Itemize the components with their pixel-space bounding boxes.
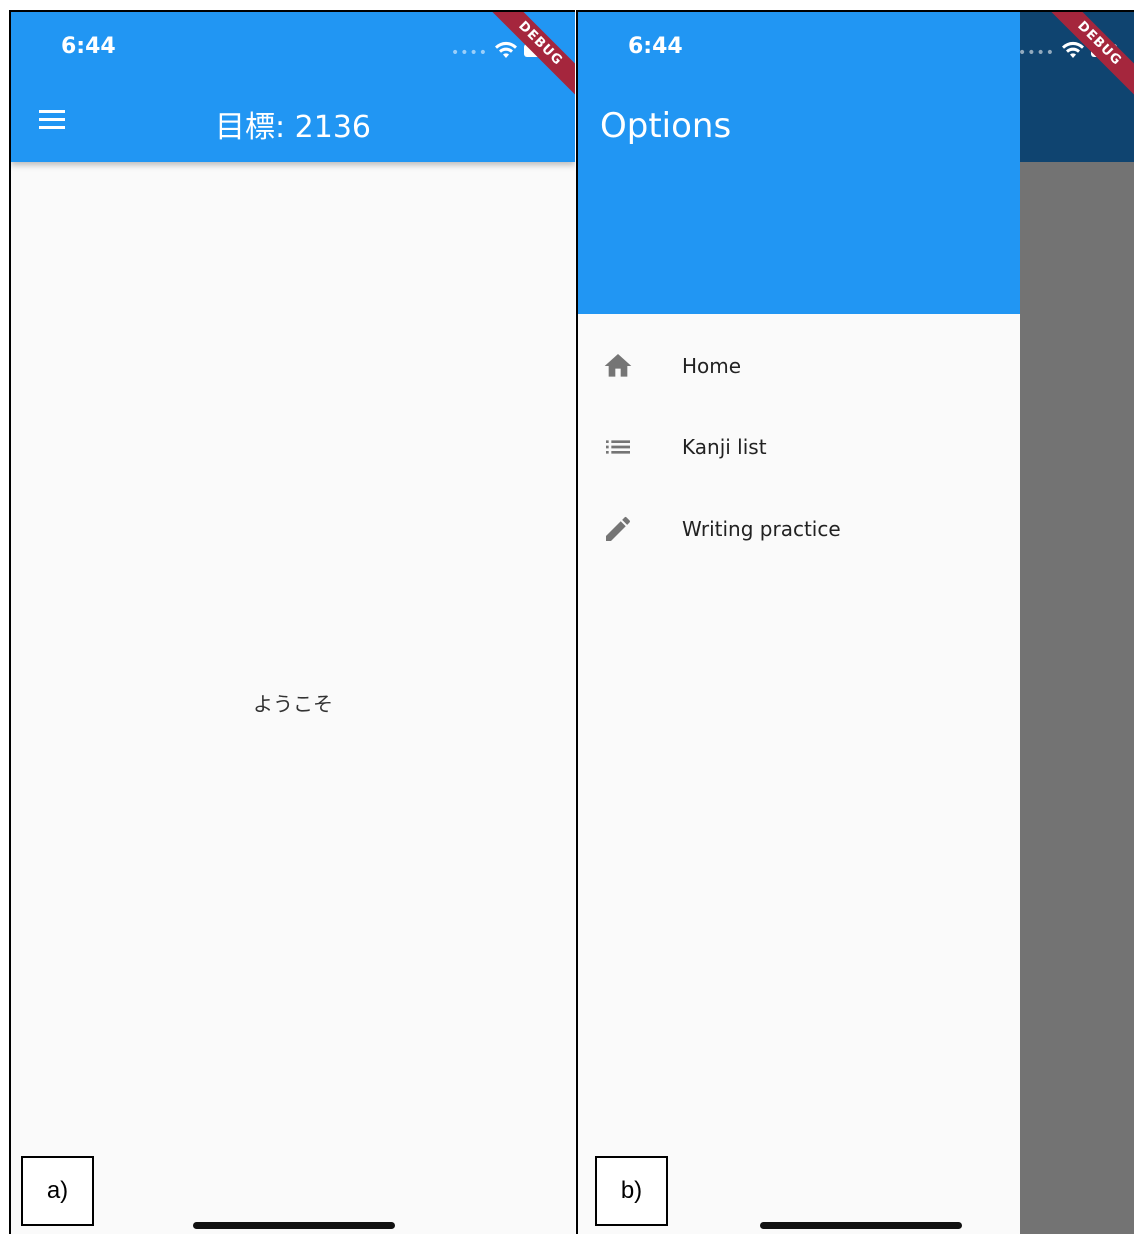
drawer-item-label: Kanji list — [682, 435, 767, 459]
status-time: 6:44 — [61, 34, 116, 59]
screen-b: •••• DEBUG 6:44 Options Home Kanji list — [576, 10, 1134, 1234]
home-indicator[interactable] — [193, 1222, 395, 1229]
page-title: 目標: 2136 — [215, 110, 371, 145]
debug-banner: DEBUG — [1044, 12, 1134, 102]
pencil-icon — [606, 516, 631, 541]
drawer-scrim[interactable] — [1020, 12, 1134, 1234]
status-time: 6:44 — [628, 34, 683, 59]
drawer-header: 6:44 Options — [578, 12, 1020, 314]
screen-a: 6:44 •••• 目標: 2136 DEBUG ようこそ a) — [9, 10, 575, 1234]
drawer-item-label: Home — [682, 354, 742, 378]
drawer-title: Options — [600, 106, 732, 146]
home-icon — [604, 354, 632, 377]
home-indicator[interactable] — [760, 1222, 962, 1229]
welcome-text: ようこそ — [253, 692, 333, 716]
drawer-item-home[interactable]: Home — [578, 326, 1020, 406]
panel-label: b) — [595, 1156, 668, 1226]
drawer-item-writing-practice[interactable]: Writing practice — [578, 489, 1020, 569]
debug-banner: DEBUG — [485, 12, 575, 102]
panel-label: a) — [21, 1156, 94, 1226]
drawer-item-kanji-list[interactable]: Kanji list — [578, 407, 1020, 487]
signal-icon: •••• — [451, 45, 489, 61]
navigation-drawer: 6:44 Options Home Kanji list Writing pra… — [578, 12, 1020, 1234]
list-icon — [606, 440, 630, 454]
drawer-item-label: Writing practice — [682, 517, 841, 541]
